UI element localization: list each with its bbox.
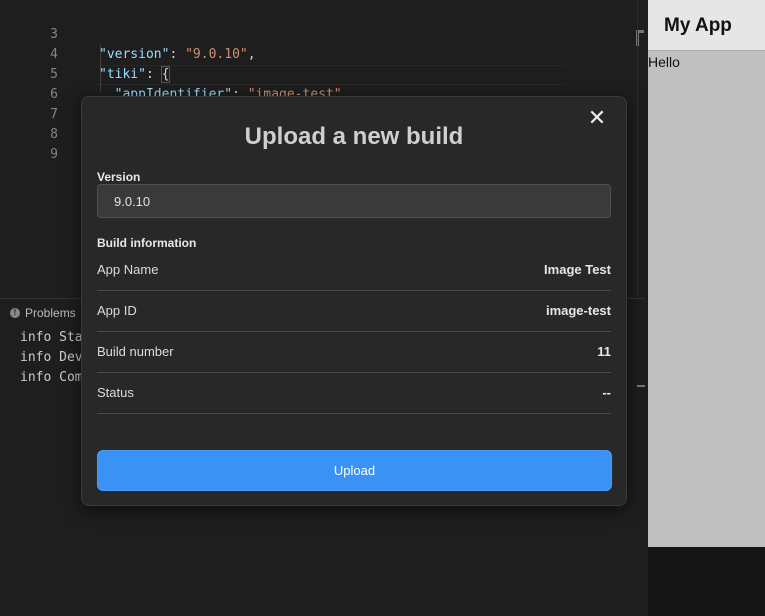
panel-resize-mark xyxy=(637,385,645,387)
row-value: -- xyxy=(602,384,611,400)
code-line[interactable]: 6 "buildNumber": 10 xyxy=(0,65,637,122)
row-label: Status xyxy=(97,384,134,400)
info-row-build-number: Build number 11 xyxy=(97,332,611,373)
code-line[interactable]: 4 "tiki": { xyxy=(0,25,637,83)
terminal-line: info Sta xyxy=(20,330,83,345)
row-label: App ID xyxy=(97,302,137,318)
preview-background xyxy=(648,547,765,616)
version-input[interactable] xyxy=(97,184,611,218)
info-row-status: Status -- xyxy=(97,373,611,414)
row-value: image-test xyxy=(545,302,611,318)
terminal-line: info Dev xyxy=(20,350,83,365)
row-value: 11 xyxy=(597,343,611,359)
upload-button[interactable]: Upload xyxy=(97,450,612,491)
row-value: Image Test xyxy=(544,261,611,277)
preview-header: My App xyxy=(648,0,765,51)
dialog-title: Upload a new build xyxy=(244,123,464,150)
tab-label: Problems xyxy=(25,306,76,320)
info-row-app-id: App ID image-test xyxy=(97,291,611,332)
info-icon: ! xyxy=(10,308,20,318)
line-number: 9 xyxy=(50,147,58,162)
row-label: Build number xyxy=(97,343,174,359)
app-preview: My App Hello xyxy=(648,0,765,547)
code-line[interactable]: 5 "appIdentifier": "image-test", xyxy=(0,45,637,102)
row-label: App Name xyxy=(97,261,159,277)
upload-build-dialog: ✕ Upload a new build Version Build infor… xyxy=(81,96,627,506)
info-row-app-name: App Name Image Test xyxy=(97,250,611,291)
tab-problems[interactable]: ! Problems xyxy=(10,306,76,320)
code-line[interactable]: 3 "version": "9.0.10", xyxy=(0,5,637,62)
version-label: Version xyxy=(97,170,141,184)
preview-body-text: Hello xyxy=(648,54,680,70)
terminal-line: info Com xyxy=(20,370,83,385)
build-info-title: Build information xyxy=(97,236,197,250)
